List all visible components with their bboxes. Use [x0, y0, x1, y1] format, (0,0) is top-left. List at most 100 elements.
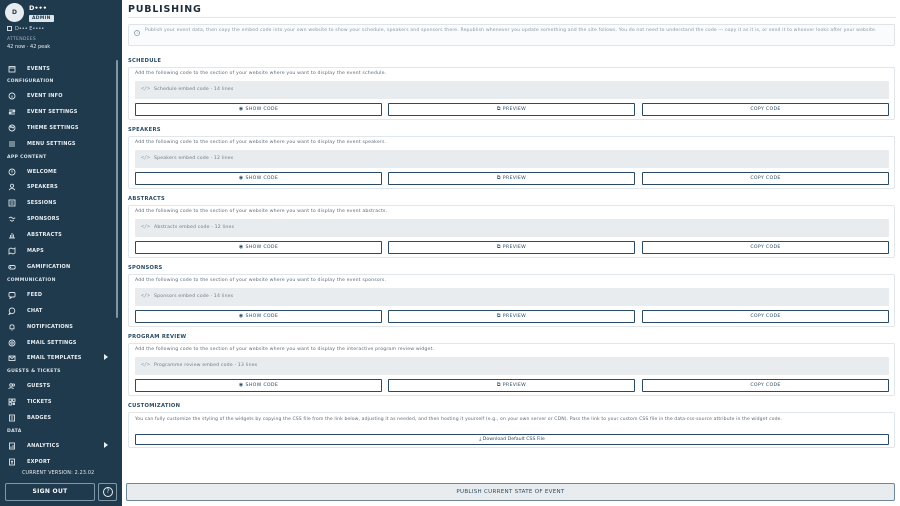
sidebar-item-analytics[interactable]: ANALYTICS — [6, 440, 110, 452]
publish-button[interactable]: PUBLISH CURRENT STATE OF EVENT — [126, 483, 895, 501]
user-icon — [8, 183, 16, 191]
code-icon: </> — [141, 224, 151, 230]
preview-button[interactable]: ⧉ PREVIEW — [388, 103, 635, 116]
section-card-sponsors: Add the following code to the section of… — [128, 274, 895, 327]
copy-code-button[interactable]: COPY CODE — [642, 310, 889, 323]
document-chart-icon — [8, 442, 16, 450]
chevron-right-icon — [104, 442, 108, 448]
sidebar-item-label: NOTIFICATIONS — [27, 324, 74, 330]
help-icon: ? — [103, 487, 113, 497]
section-description: Add the following code to the section of… — [135, 140, 387, 145]
sidebar-item-speakers[interactable]: SPEAKERS — [6, 181, 110, 193]
list-icon — [8, 199, 16, 207]
sidebar: D D••• ADMIN D••• E•••• ATTENDEES 42 now… — [0, 0, 122, 506]
section-title-abstracts: ABSTRACTS — [128, 196, 166, 202]
sidebar-item-label: MENU SETTINGS — [27, 141, 76, 147]
badge-icon — [8, 414, 16, 422]
sidebar-item-export[interactable]: EXPORT — [6, 456, 110, 468]
copy-code-button[interactable]: COPY CODE — [642, 379, 889, 392]
show-code-button[interactable]: ◉ SHOW CODE — [135, 379, 382, 392]
main-content: PUBLISHING i Publish your event data, th… — [122, 0, 900, 506]
sign-out-button[interactable]: SIGN OUT — [5, 483, 95, 501]
sidebar-item-tickets[interactable]: TICKETS — [6, 396, 110, 408]
preview-button[interactable]: ⧉ PREVIEW — [388, 172, 635, 185]
show-code-button[interactable]: ◉ SHOW CODE — [135, 103, 382, 116]
mail-icon — [8, 354, 16, 362]
sidebar-item-label: EMAIL TEMPLATES — [27, 355, 82, 361]
sidebar-scrollbar[interactable] — [116, 60, 118, 318]
code-icon: </> — [141, 155, 151, 161]
eye-icon: ◉ — [238, 106, 244, 112]
attendees-label: ATTENDEES — [7, 37, 37, 42]
user-profile[interactable]: D D••• ADMIN — [5, 3, 117, 23]
sidebar-item-sponsors[interactable]: SPONSORS — [6, 213, 110, 225]
chevron-right-icon — [104, 354, 108, 360]
sidebar-item-notifications[interactable]: NOTIFICATIONS — [6, 321, 110, 333]
section-app-content: APP CONTENT — [7, 155, 47, 160]
menu-icon — [8, 140, 16, 148]
section-description: Add the following code to the section of… — [135, 347, 435, 352]
sliders-icon — [8, 108, 16, 116]
sidebar-item-label: SPEAKERS — [27, 184, 58, 190]
copy-code-button[interactable]: COPY CODE — [642, 103, 889, 116]
section-card-abstracts: Add the following code to the section of… — [128, 205, 895, 258]
avatar[interactable]: D — [5, 3, 24, 22]
section-configuration: CONFIGURATION — [7, 79, 54, 84]
sidebar-item-menu-settings[interactable]: MENU SETTINGS — [6, 138, 110, 150]
help-button[interactable]: ? — [98, 483, 117, 501]
sidebar-item-badges[interactable]: BADGES — [6, 412, 110, 424]
info-text: Publish your event data, then copy the e… — [145, 28, 877, 33]
sidebar-item-label: ABSTRACTS — [27, 232, 62, 238]
code-preview: </> Schedule embed code · 14 lines — [135, 81, 889, 99]
sidebar-item-event-info[interactable]: EVENT INFO — [6, 90, 110, 102]
sidebar-item-guests[interactable]: GUESTS — [6, 380, 110, 392]
building-icon — [7, 26, 12, 31]
section-description: Add the following code to the section of… — [135, 278, 387, 283]
info-icon: i — [134, 30, 140, 36]
code-preview: </> Abstracts embed code · 12 lines — [135, 219, 889, 237]
external-link-icon: ⧉ — [496, 313, 501, 319]
sidebar-item-label: SESSIONS — [27, 200, 57, 206]
sidebar-item-label: GUESTS — [27, 383, 51, 389]
preview-button[interactable]: ⧉ PREVIEW — [388, 310, 635, 323]
sidebar-item-feed[interactable]: FEED — [6, 289, 110, 301]
copy-code-button[interactable]: COPY CODE — [642, 241, 889, 254]
sidebar-item-maps[interactable]: MAPS — [6, 245, 110, 257]
sidebar-item-gamification[interactable]: GAMIFICATION — [6, 261, 110, 273]
download-css-button[interactable]: ⤓ Download Default CSS File — [135, 434, 889, 445]
show-code-button[interactable]: ◉ SHOW CODE — [135, 310, 382, 323]
show-code-button[interactable]: ◉ SHOW CODE — [135, 241, 382, 254]
code-summary: Speakers embed code · 12 lines — [154, 156, 234, 161]
sidebar-item-events[interactable]: EVENTS — [6, 63, 110, 75]
customization-text: You can fully customize the styling of t… — [135, 417, 783, 422]
sidebar-item-event-settings[interactable]: EVENT SETTINGS — [6, 106, 110, 118]
organization: D••• E•••• — [7, 26, 44, 32]
section-data: DATA — [7, 429, 22, 434]
code-preview: </> Programme review embed code · 13 lin… — [135, 357, 889, 375]
copy-code-button[interactable]: COPY CODE — [642, 172, 889, 185]
sidebar-item-abstracts[interactable]: ABSTRACTS — [6, 229, 110, 241]
current-version: CURRENT VERSION: 2.23.02 — [22, 471, 95, 476]
code-summary: Schedule embed code · 14 lines — [154, 87, 234, 92]
preview-button[interactable]: ⧉ PREVIEW — [388, 241, 635, 254]
sidebar-item-theme-settings[interactable]: THEME SETTINGS — [6, 122, 110, 134]
code-preview: </> Speakers embed code · 12 lines — [135, 150, 889, 168]
external-link-icon: ⧉ — [496, 382, 501, 388]
preview-button[interactable]: ⧉ PREVIEW — [388, 379, 635, 392]
attendees-count: 42 now · 42 peak — [7, 44, 51, 50]
sidebar-item-label: EVENT SETTINGS — [27, 109, 78, 115]
sidebar-item-welcome[interactable]: WELCOME — [6, 166, 110, 178]
sidebar-item-sessions[interactable]: SESSIONS — [6, 197, 110, 209]
users-icon — [8, 382, 16, 390]
page-title: PUBLISHING — [128, 4, 202, 15]
section-title-customization: CUSTOMIZATION — [128, 403, 181, 409]
sidebar-item-email-templates[interactable]: EMAIL TEMPLATES — [6, 352, 110, 364]
section-guests-tickets: GUESTS & TICKETS — [7, 369, 61, 374]
section-description: Add the following code to the section of… — [135, 209, 388, 214]
sidebar-item-label: THEME SETTINGS — [27, 125, 79, 131]
show-code-button[interactable]: ◉ SHOW CODE — [135, 172, 382, 185]
sidebar-item-chat[interactable]: CHAT — [6, 305, 110, 317]
sidebar-item-email-settings[interactable]: EMAIL SETTINGS — [6, 337, 110, 349]
qr-code-icon — [8, 398, 16, 406]
external-link-icon: ⧉ — [496, 106, 501, 112]
